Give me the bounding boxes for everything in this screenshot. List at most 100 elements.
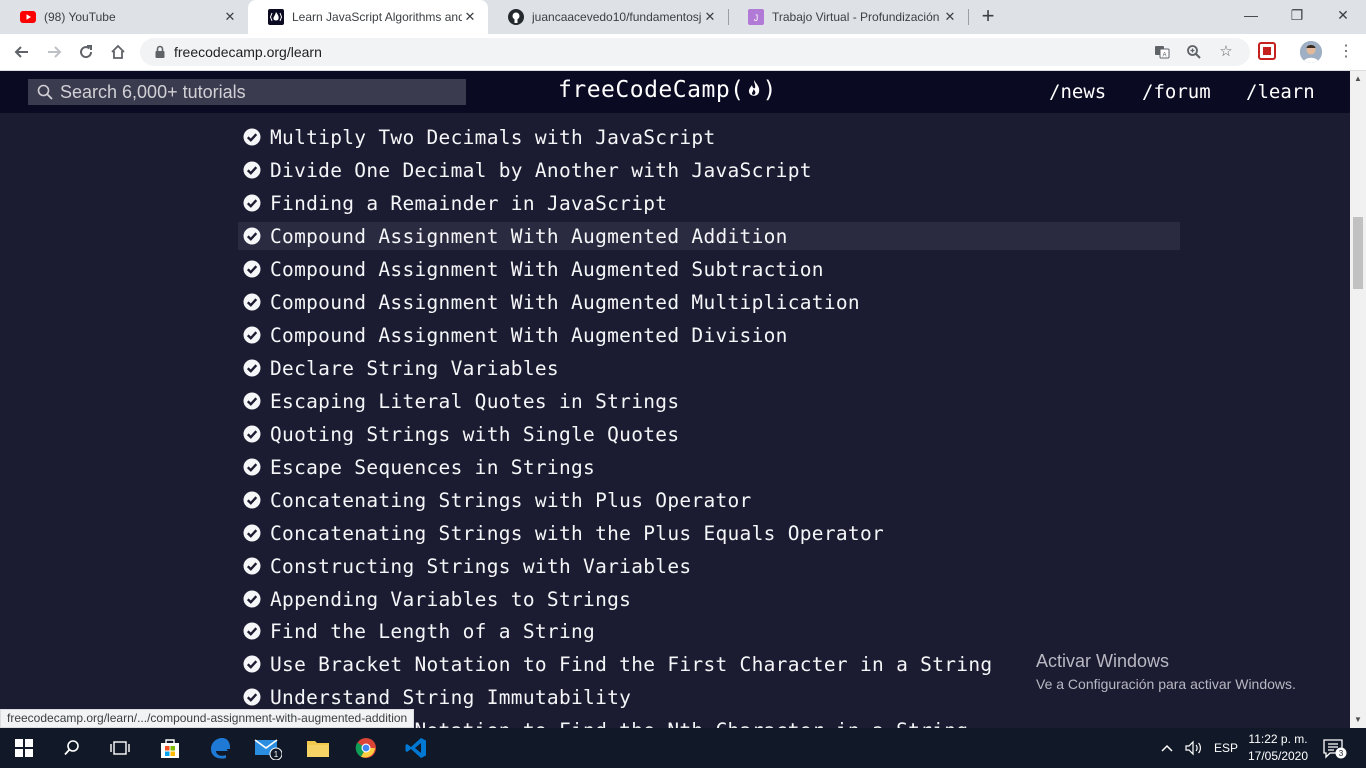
challenge-item[interactable]: Constructing Strings with Variables <box>238 552 1180 580</box>
logo-text: freeCodeCamp( <box>558 77 745 103</box>
challenge-item[interactable]: Finding a Remainder in JavaScript <box>238 189 1180 217</box>
reload-button[interactable] <box>74 40 98 64</box>
site-logo[interactable]: freeCodeCamp() <box>558 77 777 103</box>
watermark-subtitle: Ve a Configuración para activar Windows. <box>1036 676 1296 692</box>
close-window-button[interactable]: ✕ <box>1320 0 1366 30</box>
challenge-title: Appending Variables to Strings <box>270 587 632 611</box>
chrome-button[interactable] <box>342 728 390 768</box>
curriculum-list: . Multiply Two Decimals with JavaScript … <box>0 113 1350 728</box>
nav-link-forum[interactable]: /forum <box>1142 81 1211 103</box>
tab-freecodecamp[interactable]: Learn JavaScript Algorithms and ✕ <box>248 0 488 34</box>
zoom-icon[interactable] <box>1184 42 1204 62</box>
language-indicator[interactable]: ESP <box>1214 728 1238 768</box>
forward-button[interactable] <box>42 40 66 64</box>
edge-button[interactable] <box>196 728 244 768</box>
challenge-item[interactable]: Escape Sequences in Strings <box>238 453 1180 481</box>
challenge-title: Escape Sequences in Strings <box>270 455 596 479</box>
scroll-down-arrow-icon[interactable]: ▼ <box>1350 712 1366 728</box>
windows-activation-watermark: Activar Windows Ve a Configuración para … <box>1036 651 1296 692</box>
challenge-item[interactable]: Compound Assignment With Augmented Subtr… <box>238 255 1180 283</box>
challenge-title: Use Bracket Notation to Find the First C… <box>270 652 993 676</box>
store-button[interactable] <box>146 728 194 768</box>
task-view-button[interactable] <box>96 728 144 768</box>
start-button[interactable] <box>0 728 48 768</box>
tab-divider <box>968 9 969 25</box>
challenge-item[interactable]: Compound Assignment With Augmented Multi… <box>238 288 1180 316</box>
freecodecamp-icon <box>268 9 284 25</box>
browser-menu-button[interactable]: ⋮ <box>1336 41 1356 63</box>
challenge-title: Concatenating Strings with the Plus Equa… <box>270 521 885 545</box>
check-circle-icon <box>243 392 261 410</box>
challenge-item[interactable]: Quoting Strings with Single Quotes <box>238 420 1180 448</box>
challenge-item[interactable]: Concatenating Strings with the Plus Equa… <box>238 519 1180 547</box>
tray-overflow-chevron-icon[interactable] <box>1160 728 1174 768</box>
windows-taskbar: 1 ESP 11:22 p. m. 17/05/2020 3 <box>0 728 1366 768</box>
challenge-title: Compound Assignment With Augmented Addit… <box>270 224 788 248</box>
logo-paren: ) <box>762 77 777 103</box>
tab-youtube[interactable]: (98) YouTube ✕ <box>0 0 248 34</box>
extension-icon[interactable] <box>1258 42 1278 62</box>
tab-title: (98) YouTube <box>44 10 116 24</box>
challenge-title: Multiply Two Decimals with JavaScript <box>270 125 716 149</box>
arrow-left-icon <box>14 46 28 58</box>
challenge-item[interactable]: Appending Variables to Strings <box>238 585 1180 613</box>
challenge-item[interactable]: Find the Length of a String <box>238 617 1180 645</box>
tab-trabajo-virtual[interactable]: J Trabajo Virtual - Profundización d ✕ <box>728 0 968 34</box>
new-tab-button[interactable]: + <box>976 5 1000 29</box>
jira-icon: J <box>748 9 764 25</box>
challenge-title: Compound Assignment With Augmented Multi… <box>270 290 860 314</box>
home-button[interactable] <box>106 40 130 64</box>
site-navbar: Search 6,000+ tutorials freeCodeCamp() /… <box>0 71 1350 113</box>
challenge-title: Understand String Immutability <box>270 685 632 709</box>
translate-icon[interactable]: A <box>1152 42 1172 62</box>
close-tab-icon[interactable]: ✕ <box>462 9 478 25</box>
chrome-icon <box>355 738 376 758</box>
challenge-item[interactable]: Divide One Decimal by Another with JavaS… <box>238 156 1180 184</box>
vscode-button[interactable] <box>392 728 440 768</box>
check-circle-icon <box>243 655 261 673</box>
system-clock[interactable]: 11:22 p. m. 17/05/2020 <box>1240 731 1316 765</box>
youtube-icon <box>20 9 36 25</box>
challenge-item-hovered[interactable]: Compound Assignment With Augmented Addit… <box>238 222 1180 250</box>
challenge-item[interactable]: Declare String Variables <box>238 354 1180 382</box>
bookmark-star-icon[interactable]: ☆ <box>1216 42 1236 62</box>
svg-text:A: A <box>1162 53 1166 59</box>
mail-icon: 1 <box>254 739 282 760</box>
nav-link-news[interactable]: /news <box>1049 81 1106 103</box>
check-circle-icon <box>243 524 261 542</box>
close-tab-icon[interactable]: ✕ <box>942 9 958 25</box>
tab-title: Trabajo Virtual - Profundización d <box>772 10 942 24</box>
volume-icon[interactable] <box>1184 728 1204 768</box>
check-circle-icon <box>243 293 261 311</box>
tab-github[interactable]: juancaacevedo10/fundamentosjs ✕ <box>488 0 728 34</box>
taskbar-search-button[interactable] <box>48 728 96 768</box>
check-circle-icon <box>243 359 261 377</box>
nav-link-learn[interactable]: /learn <box>1246 81 1315 103</box>
challenge-item[interactable]: Concatenating Strings with Plus Operator <box>238 486 1180 514</box>
profile-avatar[interactable] <box>1300 41 1322 63</box>
arrow-right-icon <box>48 46 62 58</box>
page-scrollbar[interactable]: ▲ ▼ <box>1350 71 1366 728</box>
edge-icon <box>211 738 230 759</box>
challenge-item[interactable]: Compound Assignment With Augmented Divis… <box>238 321 1180 349</box>
file-explorer-button[interactable] <box>294 728 342 768</box>
close-tab-icon[interactable]: ✕ <box>222 9 238 25</box>
address-bar[interactable]: freecodecamp.org/learn A ☆ <box>140 38 1250 66</box>
scroll-up-arrow-icon[interactable]: ▲ <box>1350 71 1366 87</box>
search-icon <box>64 740 79 756</box>
challenge-title: Find the Length of a String <box>270 619 596 643</box>
restore-button[interactable]: ❐ <box>1274 0 1320 30</box>
notifications-button[interactable]: 3 <box>1322 728 1348 768</box>
mail-button[interactable]: 1 <box>244 728 292 768</box>
challenge-title: Divide One Decimal by Another with JavaS… <box>270 158 812 182</box>
scrollbar-thumb[interactable] <box>1353 217 1363 289</box>
close-tab-icon[interactable]: ✕ <box>702 9 718 25</box>
back-button[interactable] <box>10 40 34 64</box>
challenge-item[interactable]: Multiply Two Decimals with JavaScript <box>238 123 1180 151</box>
check-circle-icon <box>243 128 261 146</box>
challenge-item[interactable]: Escaping Literal Quotes in Strings <box>238 387 1180 415</box>
challenge-title: Escaping Literal Quotes in Strings <box>270 389 680 413</box>
minimize-button[interactable]: — <box>1228 0 1274 30</box>
search-input[interactable]: Search 6,000+ tutorials <box>28 79 466 105</box>
check-circle-icon <box>243 590 261 608</box>
